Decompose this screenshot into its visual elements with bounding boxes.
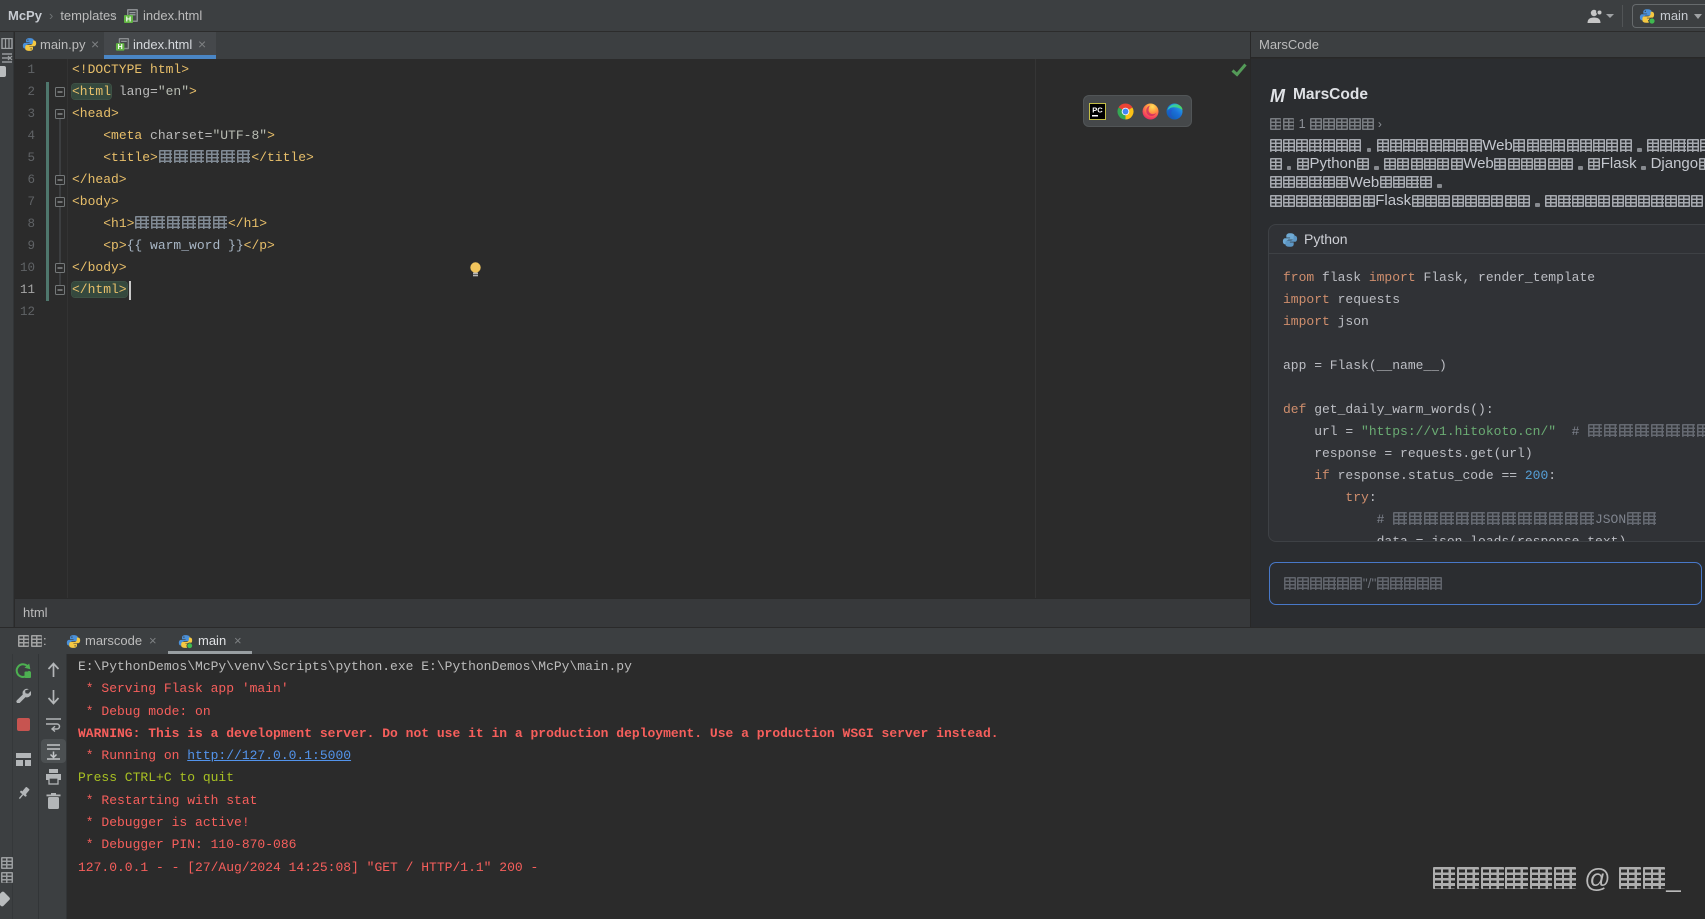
svg-text:PC: PC <box>1092 106 1103 115</box>
svg-text:H: H <box>118 44 123 51</box>
svg-text:H: H <box>126 14 131 23</box>
